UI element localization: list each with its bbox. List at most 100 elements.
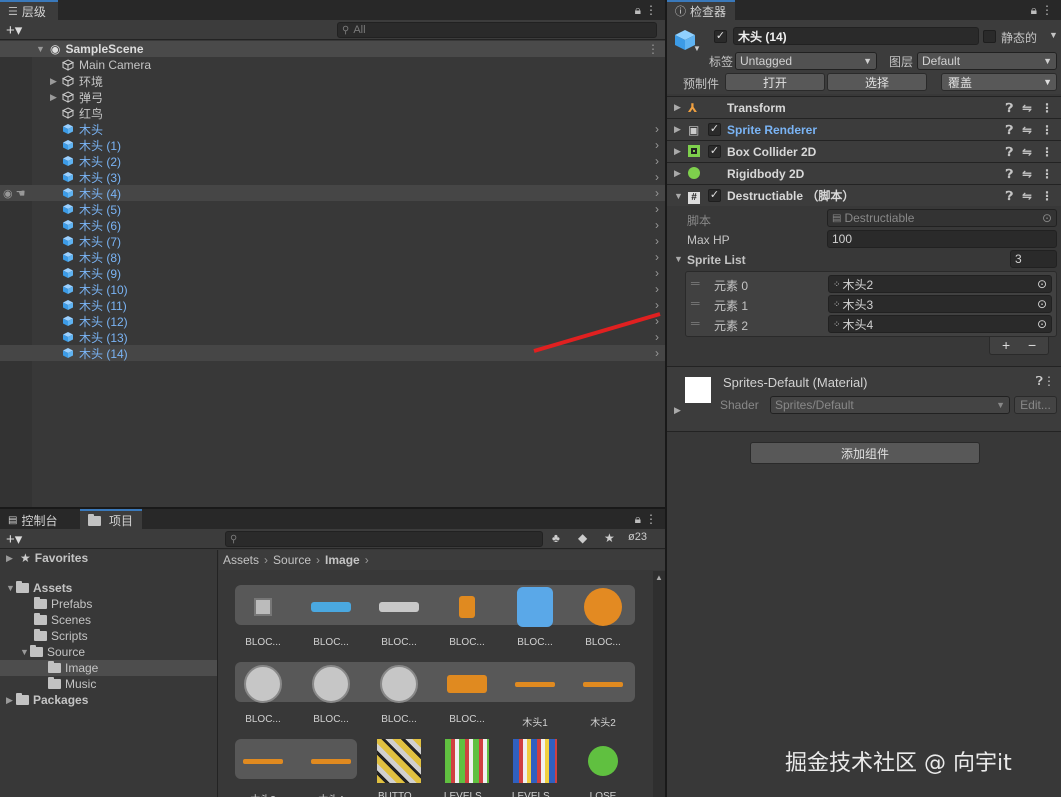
open-prefab-chevron-icon[interactable]: › [655, 282, 659, 296]
project-search-input[interactable]: ⚲ [225, 531, 543, 547]
filter-label-icon[interactable]: ◆ [578, 531, 587, 545]
asset-item[interactable]: BLOC... [365, 656, 433, 728]
open-prefab-chevron-icon[interactable]: › [655, 138, 659, 152]
drag-handle-icon[interactable]: ═ [691, 276, 700, 290]
sprite-object-field[interactable]: ⁘ 木头2 ⊙ [828, 275, 1052, 293]
prefab-overrides-button[interactable]: 覆盖 ▼ [941, 73, 1057, 91]
target-icon[interactable]: ⊙ [1037, 277, 1047, 291]
asset-item[interactable]: LEVELS... [501, 733, 569, 797]
hierarchy-item[interactable]: 红鸟 [0, 105, 665, 121]
dropdown-arrow-icon[interactable]: ▼ [1049, 30, 1058, 40]
more-menu-icon[interactable]: ⋮ [1043, 374, 1055, 388]
asset-item[interactable]: BUTTO... [365, 733, 433, 797]
more-menu-icon[interactable]: ⋮ [1041, 145, 1053, 160]
more-menu-icon[interactable]: ⋮ [1041, 123, 1053, 138]
expand-arrow-icon[interactable]: ▶ [674, 124, 681, 135]
asset-item[interactable]: 木头4 [297, 733, 365, 797]
expand-arrow-icon[interactable]: ▼ [674, 254, 683, 264]
asset-item[interactable]: LOSE [569, 733, 637, 797]
component-enabled-checkbox[interactable]: ✓ [708, 145, 721, 158]
preset-icon[interactable]: ⇋ [1022, 123, 1032, 138]
more-menu-icon[interactable]: ⋮ [1041, 3, 1053, 17]
target-icon[interactable]: ⊙ [1037, 297, 1047, 311]
chevron-down-icon[interactable]: ▼ [693, 44, 701, 53]
help-icon[interactable]: ❓︎ [1006, 167, 1013, 182]
component-enabled-checkbox[interactable]: ✓ [708, 189, 721, 202]
tree-folder-scenes[interactable]: Scenes [0, 612, 217, 628]
sprite-object-field[interactable]: ⁘ 木头3 ⊙ [828, 295, 1052, 313]
prefab-select-button[interactable]: 选择 [827, 73, 927, 91]
more-menu-icon[interactable]: ⋮ [1041, 189, 1053, 204]
preset-icon[interactable]: ⇋ [1022, 189, 1032, 204]
open-prefab-chevron-icon[interactable]: › [655, 186, 659, 200]
hierarchy-item[interactable]: 木头 (6) › [0, 217, 665, 233]
sprite-list-size-field[interactable]: 3 [1010, 250, 1057, 268]
maxhp-field[interactable]: 100 [827, 230, 1057, 248]
breadcrumb-item[interactable]: Assets [223, 553, 259, 567]
sprite-object-field[interactable]: ⁘ 木头4 ⊙ [828, 315, 1052, 333]
hierarchy-item[interactable]: 木头 (7) › [0, 233, 665, 249]
open-prefab-chevron-icon[interactable]: › [655, 250, 659, 264]
tree-folder-source[interactable]: ▼ Source [0, 644, 217, 660]
tab-hierarchy[interactable]: ☰ 层级 [0, 0, 58, 20]
object-name-field[interactable]: 木头 (14) [733, 27, 979, 45]
visibility-eye-icon[interactable]: ◉ ☚ [3, 187, 26, 200]
preset-icon[interactable]: ⇋ [1022, 167, 1032, 182]
scene-row[interactable]: ▼ ◉ SampleScene ⋮ [0, 41, 665, 57]
breadcrumb-item[interactable]: Source [273, 553, 311, 567]
hierarchy-item[interactable]: 木头 (5) › [0, 201, 665, 217]
active-checkbox[interactable]: ✓ [714, 30, 727, 43]
shader-dropdown[interactable]: Sprites/Default ▼ [770, 396, 1010, 414]
asset-item[interactable]: BLOC... [501, 579, 569, 651]
expand-arrow-icon[interactable]: ▶ [50, 76, 60, 87]
asset-item[interactable]: LEVELS... [433, 733, 501, 797]
static-checkbox[interactable] [983, 30, 996, 43]
tree-folder-music[interactable]: Music [0, 676, 217, 692]
lock-icon[interactable]: 🔒︎ [635, 3, 641, 18]
tree-folder-prefabs[interactable]: Prefabs [0, 596, 217, 612]
favorite-star-icon[interactable]: ★ [604, 531, 615, 545]
component-header[interactable]: ▶ Rigidbody 2D ❓︎ ⇋ ⋮ [667, 162, 1061, 184]
open-prefab-chevron-icon[interactable]: › [655, 170, 659, 184]
help-icon[interactable]: ❓︎ [1006, 123, 1013, 138]
expand-arrow-icon[interactable]: ▼ [36, 44, 46, 54]
asset-item[interactable]: BLOC... [569, 579, 637, 651]
script-field[interactable]: ▤ Destructiable ⊙ [827, 209, 1057, 227]
tab-console[interactable]: ▤ 控制台 [0, 509, 78, 529]
asset-item[interactable]: BLOC... [297, 656, 365, 728]
more-menu-icon[interactable]: ⋮ [1041, 167, 1053, 182]
hierarchy-item[interactable]: 木头 (8) › [0, 249, 665, 265]
asset-item[interactable]: 木头3 [229, 733, 297, 797]
expand-arrow-icon[interactable]: ▶ [50, 92, 60, 103]
tree-folder-scripts[interactable]: Scripts [0, 628, 217, 644]
hierarchy-item[interactable]: 木头 (1) › [0, 137, 665, 153]
expand-arrow-icon[interactable]: ▶ [674, 102, 681, 113]
asset-item[interactable]: BLOC... [229, 579, 297, 651]
expand-arrow-icon[interactable]: ▼ [20, 647, 30, 657]
lock-icon[interactable]: 🔒︎ [635, 512, 641, 527]
tree-favorites[interactable]: ▶ ★ Favorites [0, 550, 217, 566]
prefab-open-button[interactable]: 打开 [725, 73, 825, 91]
help-icon[interactable]: ❓︎ [1036, 374, 1043, 389]
asset-item[interactable]: BLOC... [297, 579, 365, 651]
asset-item[interactable]: BLOC... [229, 656, 297, 728]
scene-menu-icon[interactable]: ⋮ [647, 42, 659, 56]
breadcrumb-item[interactable]: Image [325, 553, 360, 567]
add-icon[interactable]: +▾ [6, 21, 22, 39]
component-header[interactable]: ▶ ✓ Box Collider 2D ❓︎ ⇋ ⋮ [667, 140, 1061, 162]
lock-icon[interactable]: 🔒︎ [1031, 3, 1037, 18]
sprite-list-label[interactable]: Sprite List [687, 253, 746, 267]
more-menu-icon[interactable]: ⋮ [645, 3, 657, 17]
hierarchy-item[interactable]: ▶ 环境 [0, 73, 665, 89]
layer-dropdown[interactable]: Default ▼ [917, 52, 1057, 70]
asset-item[interactable]: 木头1 [501, 656, 569, 729]
expand-arrow-icon[interactable]: ▼ [6, 583, 16, 593]
component-header[interactable]: ▼ # ✓ Destructiable （脚本） ❓︎ ⇋ ⋮ [667, 184, 1061, 206]
hierarchy-item[interactable]: ▶ 弹弓 [0, 89, 665, 105]
open-prefab-chevron-icon[interactable]: › [655, 122, 659, 136]
expand-arrow-icon[interactable]: ▶ [674, 405, 681, 416]
drag-handle-icon[interactable]: ═ [691, 316, 700, 330]
asset-item[interactable]: BLOC... [433, 656, 501, 728]
open-prefab-chevron-icon[interactable]: › [655, 234, 659, 248]
hidden-eye-icon[interactable]: ø23 [628, 531, 647, 543]
